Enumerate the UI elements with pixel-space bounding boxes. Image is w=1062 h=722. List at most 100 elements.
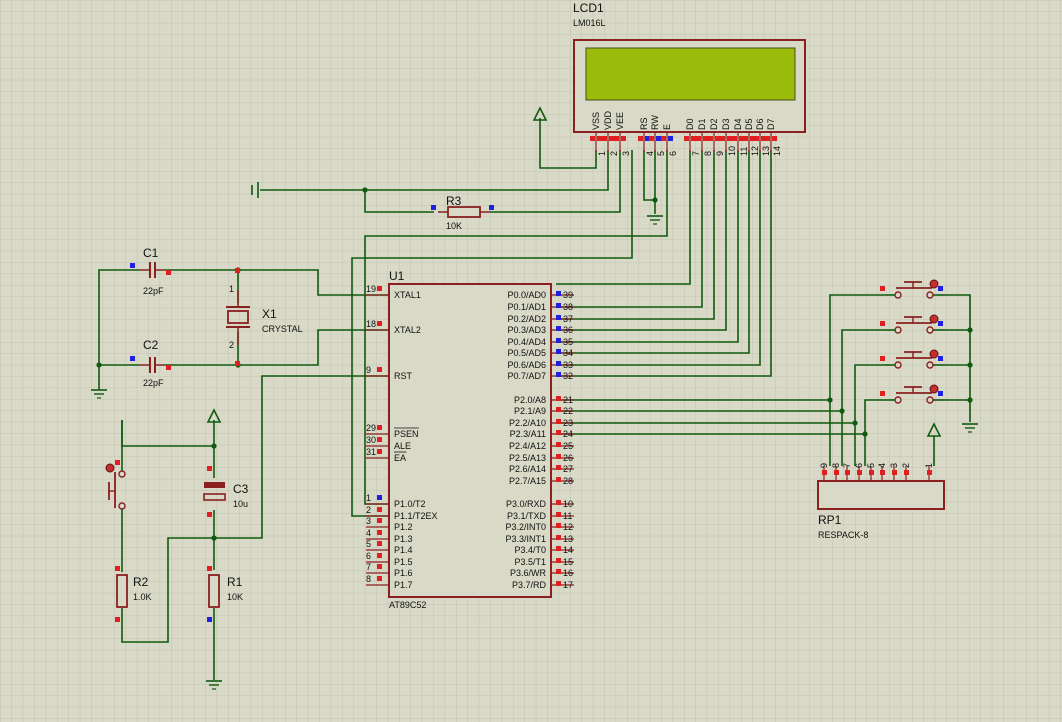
mcu-pin-39[interactable]: 39 P0.0/AD0 [507,290,574,300]
mcu-pin-number: 7 [366,562,371,572]
mcu-pin-number: 24 [563,429,573,439]
mcu-pin-13[interactable]: 13 P3.3/INT1 [505,534,574,544]
mcu-pin-name: P3.2/INT0 [505,522,546,532]
mcu-pin-name: P2.2/A10 [509,418,546,428]
lcd-pin-number: 3 [621,151,631,156]
mcu-pin-name: P3.3/INT1 [505,534,546,544]
mcu-pin-number: 13 [563,534,573,544]
mcu-pin-11[interactable]: 11 P3.1/TXD [507,511,574,521]
c3-ref-label: C3 [233,482,249,496]
mcu-pin-number: 6 [366,551,371,561]
mcu-pin-number: 10 [563,499,573,509]
mcu-pin-name: XTAL1 [394,290,421,300]
mcu-pin-name: P2.6/A14 [509,464,546,474]
mcu-pin-12[interactable]: 12 P3.2/INT0 [505,522,574,532]
r3-ref-label: R3 [446,194,462,208]
rp1-pin-number: 3 [889,463,899,468]
mcu-pin-number: 25 [563,441,573,451]
mcu-pin-22[interactable]: 22 P2.1/A9 [514,406,574,416]
rp1-pin-number: 6 [854,463,864,468]
mcu-pin-21[interactable]: 21 P2.0/A8 [514,395,574,405]
mcu-at89c52[interactable]: U1 AT89C52 19XTAL118XTAL29RST29PSEN30ALE… [366,269,574,610]
lcd-pin-number: 6 [668,151,678,156]
mcu-pin-37[interactable]: 37 P0.2/AD2 [507,314,574,324]
mcu-pin-number: 31 [366,447,376,457]
mcu-pin-15[interactable]: 15 P3.5/T1 [514,557,574,567]
mcu-pin-name: P1.4 [394,545,413,555]
c3-value-label: 10u [233,499,248,509]
lcd-pin-name: VSS [591,112,601,130]
mcu-ref-label: U1 [389,269,405,283]
mcu-pin-name: P3.5/T1 [514,557,546,567]
mcu-pin-14[interactable]: 14 P3.4/T0 [514,545,574,555]
mcu-pin-17[interactable]: 17 P3.7/RD [512,580,574,590]
x1-value-label: CRYSTAL [262,324,303,334]
mcu-pin-16[interactable]: 16 P3.6/WR [510,568,574,578]
mcu-pin-number: 28 [563,476,573,486]
mcu-pin-name: P0.2/AD2 [507,314,546,324]
mcu-pin-name: P1.7 [394,580,413,590]
mcu-pin-26[interactable]: 26 P2.5/A13 [509,453,574,463]
mcu-pin-number: 3 [366,516,371,526]
lcd-pin-name: VDD [603,110,613,130]
mcu-pin-24[interactable]: 24 P2.3/A11 [510,429,574,439]
c1-value-label: 22pF [143,286,164,296]
mcu-pin-number: 27 [563,464,573,474]
mcu-pin-25[interactable]: 25 P2.4/A12 [509,441,574,451]
mcu-pin-name: P1.0/T2 [394,499,426,509]
mcu-pin-23[interactable]: 23 P2.2/A10 [509,418,574,428]
lcd-pin-name: D3 [721,118,731,130]
mcu-pin-number: 15 [563,557,573,567]
lcd-pin-number: 7 [691,151,701,156]
rp1-pin-number: 4 [877,463,887,468]
mcu-pin-name: P1.5 [394,557,413,567]
mcu-pin-number: 4 [366,528,371,538]
lcd-pin-number: 10 [727,146,737,156]
mcu-pin-name: P0.0/AD0 [507,290,546,300]
lcd-pin-name: D2 [709,118,719,130]
mcu-pin-number: 34 [563,348,573,358]
x1-pin2-label: 2 [229,340,234,350]
mcu-pin-name: P2.4/A12 [509,441,546,451]
lcd-ref-label: LCD1 [573,1,604,15]
mcu-pin-number: 33 [563,360,573,370]
mcu-pin-34[interactable]: 34 P0.5/AD5 [507,348,574,358]
mcu-pin-number: 12 [563,522,573,532]
r2-ref-label: R2 [133,575,149,589]
mcu-pin-38[interactable]: 38 P0.1/AD1 [507,302,574,312]
lcd-pin-number: 8 [703,151,713,156]
mcu-pin-number: 1 [366,493,371,503]
x1-ref-label: X1 [262,307,277,321]
mcu-pin-name: P3.0/RXD [506,499,547,509]
mcu-pin-10[interactable]: 10 P3.0/RXD [506,499,574,509]
mcu-pin-32[interactable]: 32 P0.7/AD7 [507,371,574,381]
mcu-pin-number: 23 [563,418,573,428]
mcu-pin-number: 8 [366,574,371,584]
lcd-pin-number: 2 [609,151,619,156]
mcu-pin-28[interactable]: 28 P2.7/A15 [509,476,574,486]
mcu-pin-number: 19 [366,284,376,294]
schematic-canvas: LCD1 LM016L VSS 1 VDD 2 VEE 3 RS 4 RW 5 E 6 D0 7 D1 8 D2… [0,0,1062,722]
mcu-pin-33[interactable]: 33 P0.6/AD6 [507,360,574,370]
mcu-pin-number: 5 [366,539,371,549]
mcu-pin-name: P0.5/AD5 [507,348,546,358]
mcu-pin-name: P1.3 [394,534,413,544]
mcu-pin-36[interactable]: 36 P0.3/AD3 [507,325,574,335]
rp1-pin-number: 7 [842,463,852,468]
lcd-pin-number: 5 [656,151,666,156]
mcu-pin-name: P0.3/AD3 [507,325,546,335]
lcd-pin-number: 11 [739,147,749,156]
mcu-pin-27[interactable]: 27 P2.6/A14 [509,464,574,474]
rp1-pin-number: 8 [831,463,841,468]
mcu-pin-35[interactable]: 35 P0.4/AD4 [507,337,574,347]
lcd-pin-name: RW [650,115,660,130]
lcd-pin-number: 4 [645,151,655,156]
r2-value-label: 1.0K [133,592,152,602]
mcu-pin-name: EA [394,453,406,463]
lcd-pin-name: VEE [615,112,625,130]
mcu-pin-number: 17 [563,580,573,590]
lcd-pin-name: RS [639,117,649,130]
mcu-pin-name: PSEN [394,429,419,439]
mcu-pin-name: P2.5/A13 [509,453,546,463]
c2-ref-label: C2 [143,338,159,352]
